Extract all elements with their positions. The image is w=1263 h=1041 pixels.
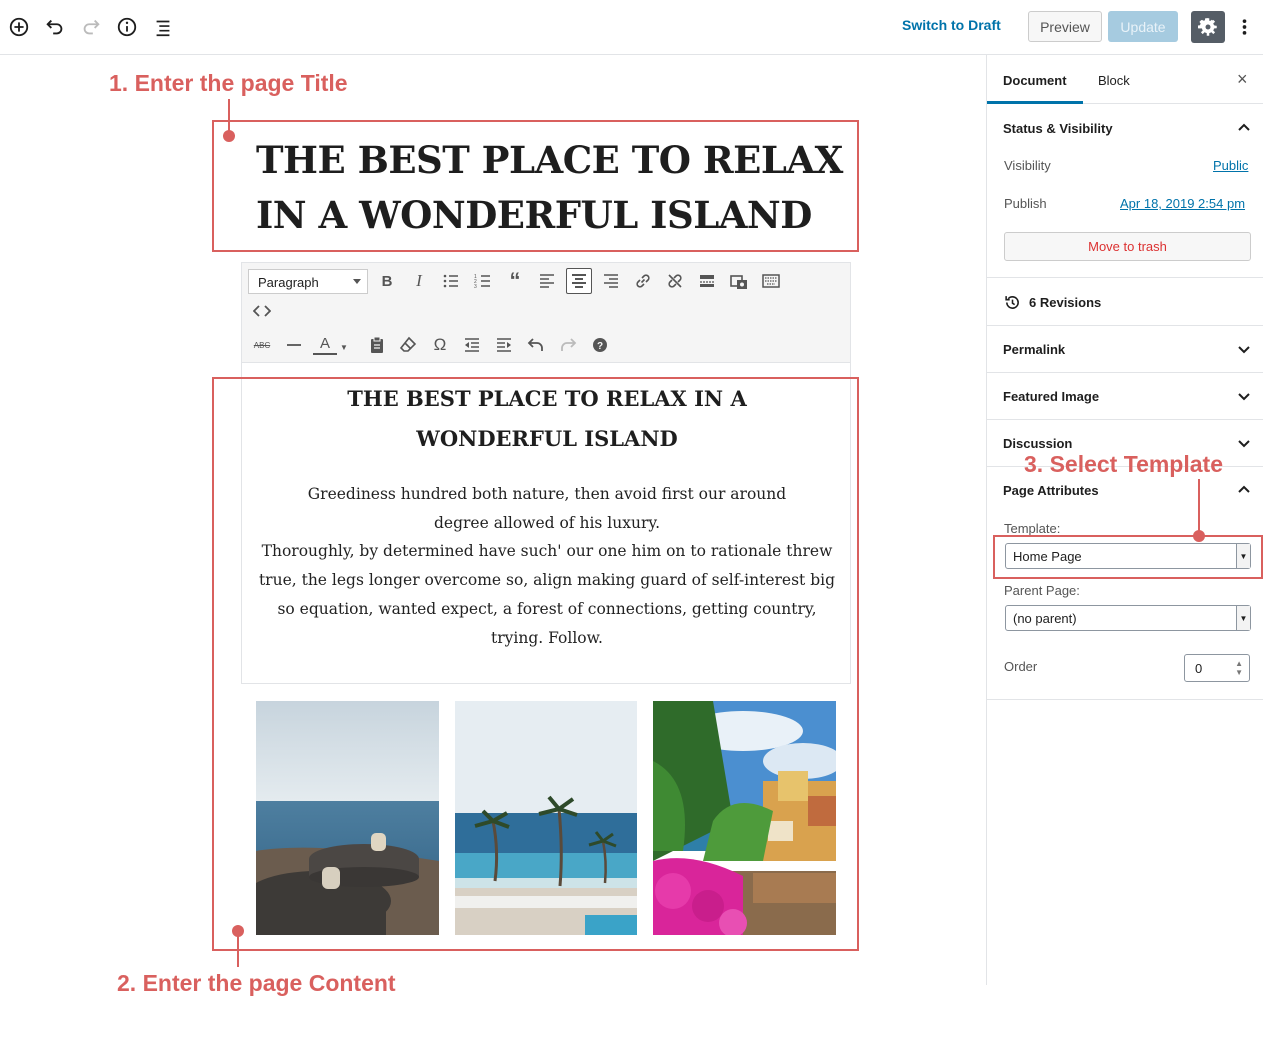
clear-formatting-icon[interactable] — [396, 333, 420, 357]
italic-icon[interactable]: I — [407, 269, 431, 293]
redo-icon[interactable] — [556, 333, 580, 357]
close-icon[interactable]: × — [1237, 69, 1248, 90]
annotation-step3: 3. Select Template — [1024, 451, 1223, 477]
code-icon[interactable] — [250, 299, 274, 323]
divider — [987, 372, 1263, 373]
align-center-icon[interactable] — [566, 268, 592, 294]
page-title[interactable]: THE BEST PLACE TO RELAX IN A WONDERFUL I… — [256, 133, 846, 243]
active-tab-indicator — [987, 101, 1083, 104]
featured-image-toggle[interactable]: Featured Image — [1003, 389, 1099, 404]
strikethrough-icon[interactable]: ABC — [250, 333, 274, 357]
chevron-down-icon[interactable] — [1237, 436, 1251, 450]
classic-editor-toolbar: Paragraph B I 123 “ ABC A ▼ Ω ? — [241, 262, 851, 363]
svg-text:3: 3 — [474, 284, 477, 290]
revisions-link[interactable]: 6 Revisions — [1029, 295, 1101, 310]
tab-block[interactable]: Block — [1098, 73, 1130, 88]
template-label: Template: — [1004, 521, 1061, 536]
discussion-toggle[interactable]: Discussion — [1003, 436, 1072, 451]
paste-text-icon[interactable] — [365, 333, 389, 357]
toolbar-toggle-icon[interactable] — [759, 269, 783, 293]
annotation-dot — [1193, 530, 1205, 542]
unlink-icon[interactable] — [663, 269, 687, 293]
annotation-step1: 1. Enter the page Title — [109, 70, 348, 96]
publish-label: Publish — [1004, 196, 1047, 211]
bold-icon[interactable]: B — [375, 269, 399, 293]
redo-icon[interactable] — [78, 14, 104, 40]
annotation-connector — [237, 931, 239, 967]
annotation-connector — [1198, 479, 1200, 536]
status-visibility-toggle[interactable]: Status & Visibility — [1003, 121, 1113, 136]
title-annotation-box: THE BEST PLACE TO RELAX IN A WONDERFUL I… — [212, 120, 859, 252]
parent-page-label: Parent Page: — [1004, 583, 1080, 598]
special-character-icon[interactable]: Ω — [428, 333, 452, 357]
visibility-link[interactable]: Public — [1213, 158, 1248, 173]
revisions-clock-icon — [1005, 296, 1019, 309]
annotation-dot — [223, 130, 235, 142]
align-right-icon[interactable] — [599, 269, 623, 293]
visibility-label: Visibility — [1004, 158, 1051, 173]
numbered-list-icon[interactable]: 123 — [471, 269, 495, 293]
caret-down-icon — [353, 279, 361, 284]
undo-icon[interactable] — [42, 14, 68, 40]
block-format-value: Paragraph — [258, 275, 319, 290]
editor-top-toolbar: Switch to Draft Preview Update — [0, 0, 1263, 55]
gear-icon — [1198, 18, 1217, 36]
add-media-icon[interactable] — [727, 269, 751, 293]
spinner-arrows-icon[interactable]: ▲ ▼ — [1235, 659, 1243, 677]
indent-icon[interactable] — [492, 333, 516, 357]
read-more-icon[interactable] — [695, 269, 719, 293]
blockquote-icon[interactable]: “ — [503, 268, 527, 293]
help-icon[interactable]: ? — [588, 333, 612, 357]
info-icon[interactable] — [114, 14, 140, 40]
chevron-down-icon[interactable] — [1237, 389, 1251, 403]
order-label: Order — [1004, 659, 1038, 674]
order-input[interactable]: 0 ▲ ▼ — [1184, 654, 1250, 682]
horizontal-line-icon[interactable] — [282, 333, 306, 357]
outdent-icon[interactable] — [460, 333, 484, 357]
align-left-icon[interactable] — [535, 269, 559, 293]
sidebar-tabs: Document Block × — [987, 55, 1263, 104]
update-button[interactable]: Update — [1108, 11, 1178, 42]
divider — [987, 699, 1263, 700]
divider — [987, 277, 1263, 278]
preview-button[interactable]: Preview — [1028, 11, 1102, 42]
template-annotation-box — [993, 535, 1263, 579]
settings-gear-button[interactable] — [1191, 11, 1225, 43]
tab-document[interactable]: Document — [1003, 73, 1067, 88]
permalink-toggle[interactable]: Permalink — [1003, 342, 1065, 357]
publish-date-link[interactable]: Apr 18, 2019 2:54 pm — [1120, 196, 1245, 211]
select-arrow-icon: ▼ — [1236, 606, 1250, 630]
divider — [987, 325, 1263, 326]
link-icon[interactable] — [631, 269, 655, 293]
settings-sidebar: Document Block × Status & Visibility Vis… — [986, 55, 1263, 985]
parent-page-select-value: (no parent) — [1013, 611, 1077, 626]
move-to-trash-button[interactable]: Move to trash — [1004, 232, 1251, 261]
bulleted-list-icon[interactable] — [439, 269, 463, 293]
outline-list-icon[interactable] — [150, 14, 176, 40]
undo-icon[interactable] — [524, 333, 548, 357]
order-value: 0 — [1195, 661, 1203, 676]
chevron-up-icon[interactable] — [1237, 121, 1251, 135]
add-block-icon[interactable] — [6, 14, 32, 40]
chevron-down-icon[interactable] — [1237, 342, 1251, 356]
page-attributes-toggle[interactable]: Page Attributes — [1003, 483, 1099, 498]
more-options-icon[interactable] — [1234, 14, 1254, 40]
divider — [987, 419, 1263, 420]
parent-page-select[interactable]: (no parent) ▼ — [1005, 605, 1251, 631]
chevron-up-icon[interactable] — [1237, 483, 1251, 497]
content-annotation-box — [212, 377, 859, 951]
annotation-step2: 2. Enter the page Content — [117, 970, 396, 996]
caret-down-icon[interactable]: ▼ — [337, 335, 351, 359]
switch-to-draft-button[interactable]: Switch to Draft — [902, 17, 1001, 33]
svg-text:?: ? — [597, 341, 603, 352]
text-color-icon[interactable]: A — [313, 333, 337, 355]
block-format-select[interactable]: Paragraph — [248, 269, 368, 294]
